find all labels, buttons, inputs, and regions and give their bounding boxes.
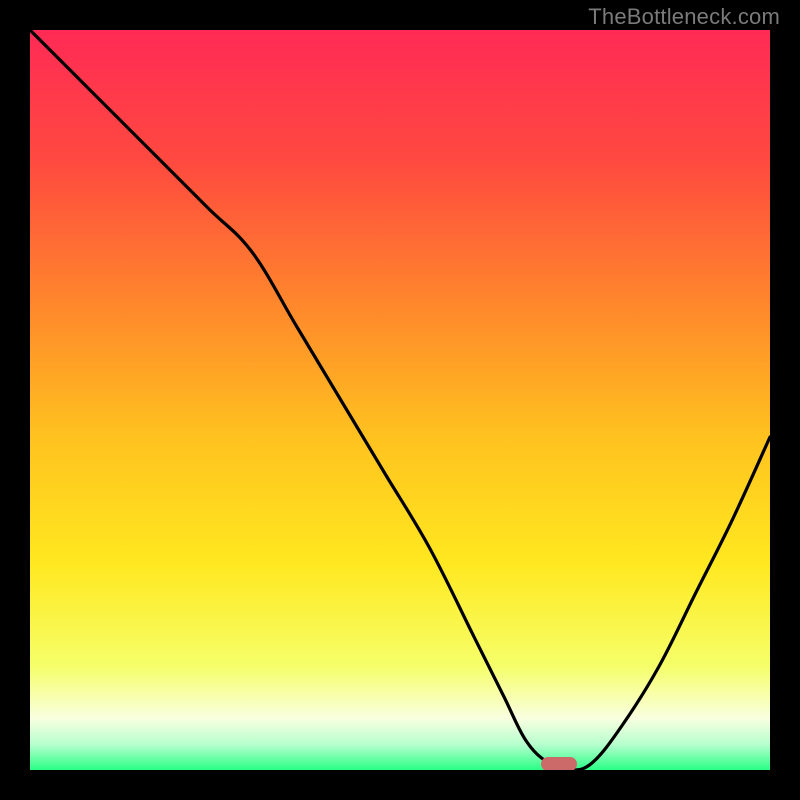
optimal-marker: [541, 757, 577, 770]
watermark-text: TheBottleneck.com: [588, 4, 780, 30]
plot-area: [30, 30, 770, 770]
bottleneck-curve: [30, 30, 770, 770]
chart-frame: TheBottleneck.com: [0, 0, 800, 800]
